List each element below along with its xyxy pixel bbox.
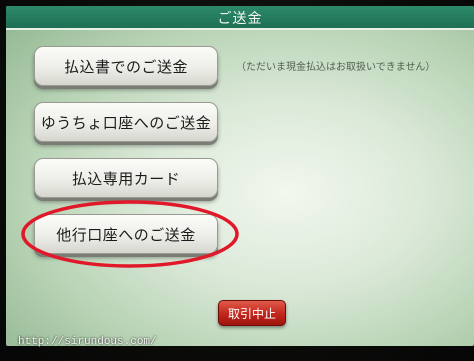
button-label: 他行口座へのご送金 xyxy=(56,225,196,244)
availability-note: （ただいま現金払込はお取扱いできません） xyxy=(236,62,436,73)
bank-transfer-slip-button[interactable]: 払込書でのご送金 xyxy=(34,46,218,86)
payment-card-button[interactable]: 払込専用カード xyxy=(34,158,218,198)
title-bar: ご送金 xyxy=(6,6,474,30)
button-label: ゆうちょ口座へのご送金 xyxy=(40,113,212,132)
button-label: 取引中止 xyxy=(227,306,276,321)
button-label: 払込書でのご送金 xyxy=(63,57,188,76)
yucho-account-transfer-button[interactable]: ゆうちょ口座へのご送金 xyxy=(34,102,218,142)
other-bank-transfer-button[interactable]: 他行口座へのご送金 xyxy=(34,214,218,254)
watermark-url: http://sirundous.com/ xyxy=(18,336,157,348)
cancel-transaction-button[interactable]: 取引中止 xyxy=(218,300,286,326)
atm-screen: ご送金 払込書でのご送金 （ただいま現金払込はお取扱いできません） ゆうちょ口座… xyxy=(6,6,474,346)
page-title: ご送金 xyxy=(217,11,263,27)
button-label: 払込専用カード xyxy=(71,169,181,188)
